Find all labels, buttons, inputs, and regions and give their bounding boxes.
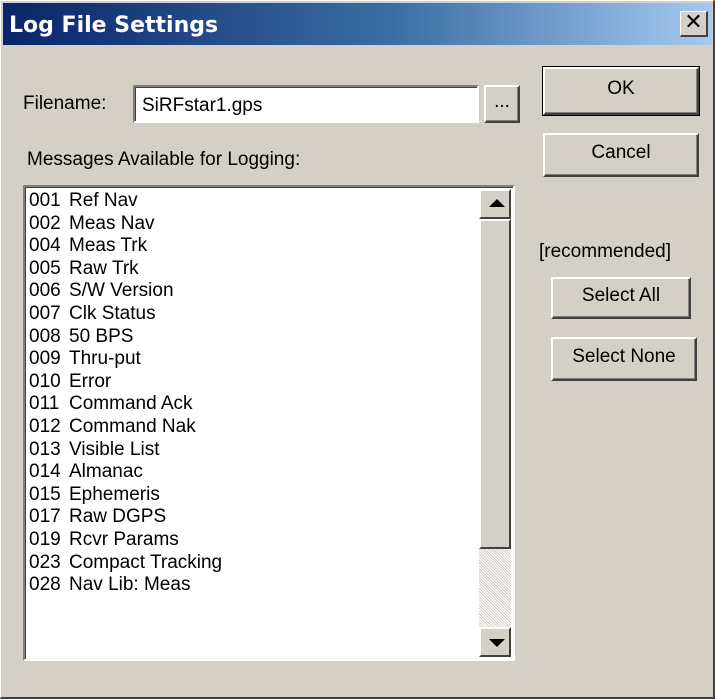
list-item[interactable]: 005 Raw Trk	[29, 258, 477, 281]
title-bar[interactable]: Log File Settings ✕	[3, 3, 712, 45]
select-none-label: Select None	[572, 346, 676, 367]
message-name: Thru-put	[69, 348, 141, 370]
message-code: 006	[29, 280, 61, 302]
message-code: 002	[29, 212, 61, 234]
list-item[interactable]: 012 Command Nak	[29, 416, 477, 439]
message-code: 005	[29, 257, 61, 279]
message-code: 023	[29, 551, 61, 573]
messages-list: 001 Ref Nav 002 Meas Nav 004 Meas Trk 005 Raw T…	[29, 190, 477, 656]
scroll-down-arrow-icon	[489, 639, 505, 647]
list-item[interactable]: 015 Ephemeris	[29, 484, 477, 507]
close-button[interactable]: ✕	[680, 11, 708, 37]
filename-input[interactable]: SiRFstar1.gps	[133, 85, 479, 123]
message-name: Almanac	[69, 461, 143, 483]
message-name: Meas Trk	[69, 235, 148, 257]
select-all-label: Select All	[581, 285, 661, 306]
message-name: Ref Nav	[69, 190, 138, 211]
list-item[interactable]: 009 Thru-put	[29, 348, 477, 371]
message-code: 014	[29, 461, 61, 483]
close-icon: ✕	[684, 10, 703, 35]
list-item[interactable]: 002 Meas Nav	[29, 213, 477, 236]
log-file-settings-dialog: Log File Settings ✕ Filename: SiRFstar1.…	[0, 0, 715, 699]
list-item[interactable]: 007 Clk Status	[29, 303, 477, 326]
cancel-button-label: Cancel	[591, 142, 651, 163]
ok-button-label: OK	[607, 78, 635, 99]
message-code: 012	[29, 415, 61, 437]
scroll-up-button[interactable]	[479, 189, 511, 219]
message-name: Compact Tracking	[69, 551, 223, 573]
message-name: Command Ack	[69, 393, 193, 415]
cancel-button[interactable]: Cancel	[543, 133, 699, 177]
list-item[interactable]: 001 Ref Nav	[29, 190, 477, 213]
list-item[interactable]: 013 Visible List	[29, 439, 477, 462]
message-code: 011	[29, 393, 60, 415]
recommended-note: [recommended]	[539, 241, 672, 262]
scroll-track[interactable]	[479, 219, 511, 627]
list-item[interactable]: 004 Meas Trk	[29, 235, 477, 258]
message-code: 028	[29, 574, 61, 596]
message-name: S/W Version	[69, 280, 174, 302]
message-code: 001	[29, 190, 61, 211]
browse-button-label: ...	[494, 91, 510, 112]
messages-label: Messages Available for Logging:	[27, 149, 301, 170]
list-item[interactable]: 014 Almanac	[29, 461, 477, 484]
dialog-title: Log File Settings	[9, 13, 219, 38]
message-name: Ephemeris	[69, 483, 160, 505]
ok-button[interactable]: OK	[542, 66, 700, 116]
filename-value: SiRFstar1.gps	[142, 95, 263, 116]
list-item[interactable]: 019 Rcvr Params	[29, 529, 477, 552]
message-code: 009	[29, 348, 61, 370]
message-name: Visible List	[69, 438, 160, 460]
message-name: Clk Status	[69, 302, 156, 324]
scroll-thumb[interactable]	[479, 219, 511, 549]
list-item[interactable]: 017 Raw DGPS	[29, 506, 477, 529]
message-code: 004	[29, 235, 61, 257]
list-item[interactable]: 006 S/W Version	[29, 280, 477, 303]
message-name: Meas Nav	[69, 212, 155, 234]
list-item[interactable]: 008 50 BPS	[29, 326, 477, 349]
scroll-up-arrow-icon	[489, 199, 505, 207]
message-code: 019	[29, 528, 61, 550]
message-name: Raw Trk	[69, 257, 139, 279]
message-name: Error	[69, 370, 112, 392]
list-item[interactable]: 028 Nav Lib: Meas	[29, 574, 477, 597]
message-code: 007	[29, 302, 61, 324]
list-item[interactable]: 023 Compact Tracking	[29, 552, 477, 575]
filename-label: Filename:	[23, 93, 107, 114]
select-none-button[interactable]: Select None	[551, 337, 697, 381]
browse-button[interactable]: ...	[484, 85, 520, 123]
list-item[interactable]: 010 Error	[29, 371, 477, 394]
message-code: 013	[29, 438, 61, 460]
message-name: Raw DGPS	[69, 506, 167, 528]
message-name: 50 BPS	[69, 325, 134, 347]
message-code: 010	[29, 370, 61, 392]
listbox-scrollbar[interactable]	[479, 189, 511, 657]
message-name: Command Nak	[69, 415, 196, 437]
message-name: Rcvr Params	[69, 528, 179, 550]
scroll-down-button[interactable]	[479, 627, 511, 657]
messages-listbox[interactable]: 001 Ref Nav 002 Meas Nav 004 Meas Trk 005 Raw T…	[23, 185, 515, 661]
message-code: 017	[29, 506, 61, 528]
message-code: 015	[29, 483, 61, 505]
select-all-button[interactable]: Select All	[551, 277, 691, 319]
list-item[interactable]: 011 Command Ack	[29, 393, 477, 416]
message-name: Nav Lib: Meas	[69, 574, 191, 596]
message-code: 008	[29, 325, 61, 347]
